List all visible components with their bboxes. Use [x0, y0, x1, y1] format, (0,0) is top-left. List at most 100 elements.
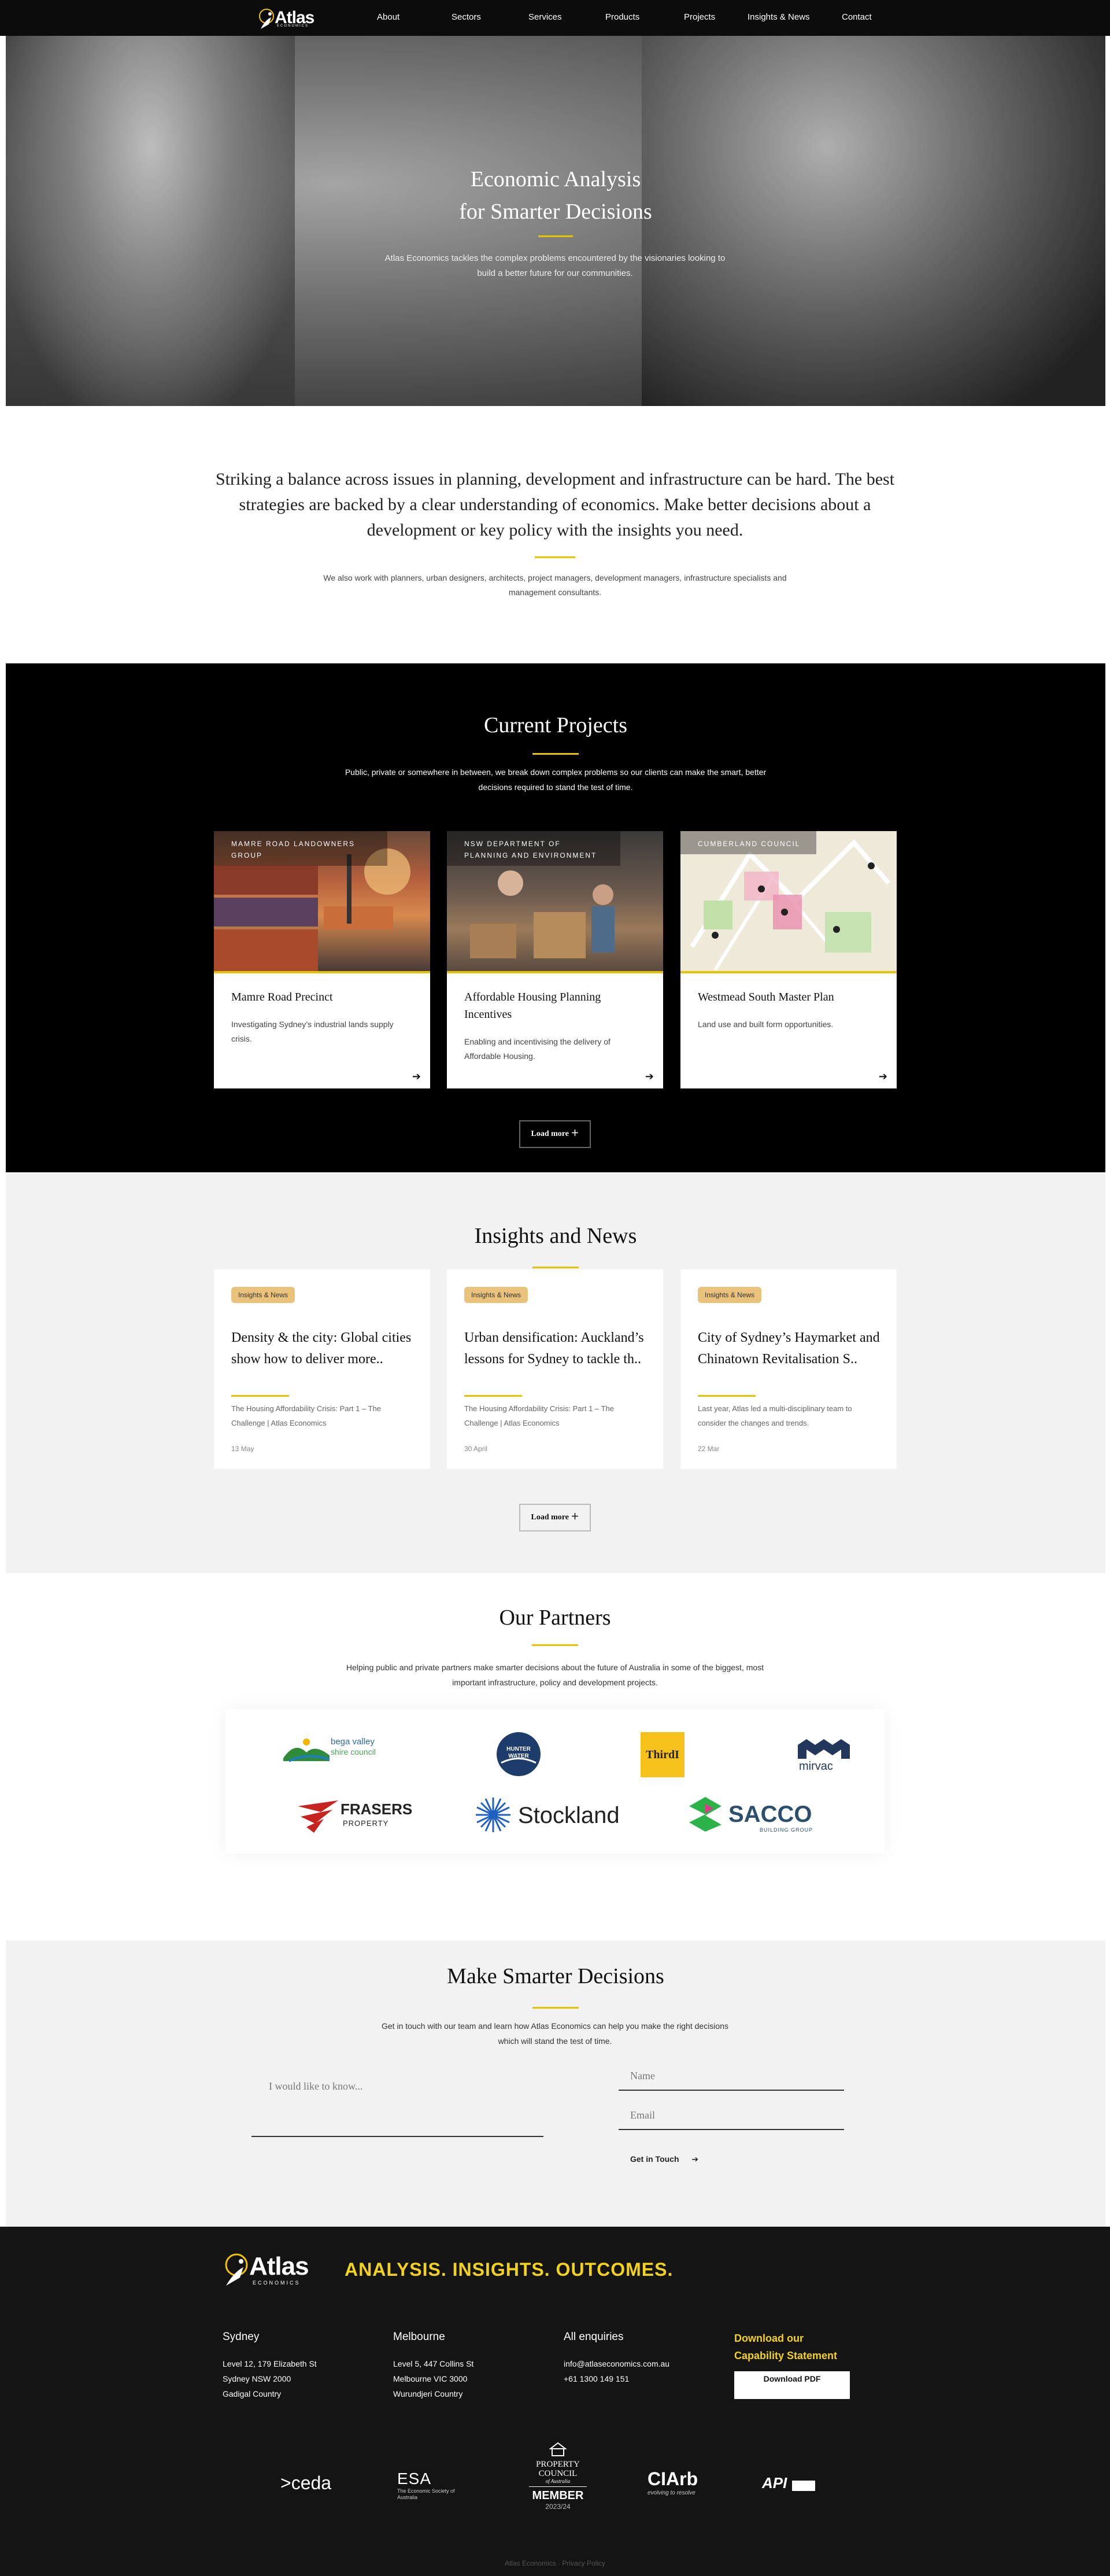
- project-title: Affordable Housing Planning Incentives: [464, 991, 601, 1021]
- bega-logo-text-line1: bega valley: [331, 1737, 375, 1747]
- project-card[interactable]: MAMRE ROAD LANDOWNERS GROUP Mamre Road P…: [214, 831, 430, 1088]
- esa-logo-text: ESA: [397, 2470, 432, 2488]
- arrow-right-icon[interactable]: ➔: [412, 1071, 421, 1083]
- capability-heading-line2: Capability Statement: [734, 2350, 838, 2361]
- frasers-property-logo[interactable]: FRASERS PROPERTY: [298, 1795, 413, 1835]
- pca-text-line3: of Australia: [545, 2478, 571, 2484]
- capability-heading: Download our Capability Statement: [734, 2330, 885, 2364]
- ciarb-logo[interactable]: CIArb evolving to resolve: [648, 2468, 728, 2503]
- intro-headline: Striking a balance across issues in plan…: [215, 470, 895, 540]
- bega-hills-icon: [283, 1739, 330, 1762]
- enquiries-phone-link[interactable]: +61 1300 149 151: [564, 2371, 714, 2386]
- esa-logo-subtext: The Economic Society of Australia: [397, 2488, 455, 2500]
- partners-title: Our Partners: [499, 1606, 611, 1630]
- melbourne-address-line1: Level 5, 447 Collins St: [393, 2359, 474, 2368]
- message-placeholder: I would like to know...: [269, 2080, 363, 2092]
- nav-item-products[interactable]: Products: [605, 12, 639, 22]
- nav-item-sectors[interactable]: Sectors: [452, 12, 481, 22]
- bega-logo-text-line2: shire council: [331, 1747, 376, 1756]
- third-i-logo[interactable]: ThirdI: [641, 1732, 684, 1777]
- sydney-address-line3: Gadigal Country: [223, 2389, 282, 2398]
- nav-item-projects[interactable]: Projects: [684, 12, 715, 22]
- insights-title: Insights and News: [474, 1224, 637, 1248]
- message-textarea[interactable]: I would like to know...: [251, 2068, 543, 2137]
- hunter-logo-text-line1: HUNTER: [506, 1746, 531, 1752]
- nav-item-contact[interactable]: Contact: [842, 12, 872, 22]
- project-card[interactable]: NSW DEPARTMENT OF PLANNING AND ENVIRONME…: [447, 831, 663, 1088]
- project-description: Enabling and incentivising the delivery …: [464, 1037, 610, 1061]
- sydney-heading: Sydney: [223, 2331, 260, 2343]
- nav-item-services[interactable]: Services: [528, 12, 562, 22]
- news-card[interactable]: Insights & News Density & the city: Glob…: [214, 1269, 430, 1469]
- insights-load-more-button[interactable]: Load more ＋: [519, 1504, 591, 1531]
- footer-enquiries: All enquiries info@atlaseconomics.com.au…: [564, 2331, 714, 2386]
- bega-valley-shire-council-logo[interactable]: bega valley shire council: [283, 1732, 399, 1767]
- contact-section: Make Smarter Decisions Get in touch with…: [6, 1940, 1105, 2227]
- load-more-label: Load more: [531, 1513, 569, 1522]
- esa-logo[interactable]: ESA The Economic Society of Australia: [397, 2470, 478, 2504]
- footer-copyright[interactable]: Atlas Economics · Privacy Policy: [0, 2559, 1110, 2567]
- ciarb-logo-subtext: evolving to resolve: [648, 2490, 695, 2496]
- arrow-right-icon[interactable]: ➔: [645, 1071, 654, 1083]
- get-in-touch-button[interactable]: Get in Touch ➔: [630, 2154, 698, 2164]
- pca-text-line1: PROPERTY: [536, 2460, 580, 2469]
- name-field[interactable]: Name: [619, 2062, 844, 2091]
- contact-title: Make Smarter Decisions: [447, 1964, 664, 1988]
- atlas-logo[interactable]: Atlas ECONOMICS: [257, 6, 315, 30]
- download-pdf-button[interactable]: Download PDF: [734, 2371, 850, 2399]
- category-badge: Insights & News: [231, 1287, 295, 1303]
- news-title: Urban densification: Auckland’s lessons …: [464, 1330, 644, 1367]
- hunter-water-logo[interactable]: HUNTER WATER: [495, 1731, 542, 1777]
- property-council-member-badge[interactable]: PROPERTY COUNCIL of Australia MEMBER 202…: [523, 2442, 593, 2529]
- enquiries-email-link[interactable]: info@atlaseconomics.com.au: [564, 2356, 714, 2371]
- current-projects-section: Current Projects Public, private or some…: [6, 663, 1105, 1172]
- logo-figure-icon: [259, 9, 274, 29]
- insights-news-section: Insights and News Insights & News Densit…: [6, 1174, 1105, 1573]
- pca-member-text: MEMBER: [532, 2489, 584, 2502]
- news-title: Density & the city: Global cities show h…: [231, 1330, 412, 1367]
- news-excerpt: Last year, Atlas led a multi-disciplinar…: [698, 1404, 852, 1427]
- project-card[interactable]: CUMBERLAND COUNCIL Westmead South Master…: [680, 831, 897, 1088]
- news-date: 22 Mar: [698, 1445, 720, 1453]
- partners-section: Our Partners Helping public and private …: [0, 1573, 1110, 1940]
- hero-title-line2: for Smarter Decisions: [459, 200, 652, 224]
- sacco-s-icon: [689, 1797, 722, 1832]
- melbourne-heading: Melbourne: [393, 2331, 445, 2343]
- news-card[interactable]: Insights & News City of Sydney’s Haymark…: [680, 1269, 897, 1469]
- stockland-logo[interactable]: Stockland: [474, 1796, 630, 1836]
- projects-title: Current Projects: [483, 713, 627, 737]
- name-placeholder: Name: [630, 2070, 655, 2082]
- category-badge: Insights & News: [698, 1287, 762, 1303]
- footer-melbourne-office: Melbourne Level 5, 447 Collins St Melbou…: [393, 2331, 543, 2401]
- footer-atlas-logo[interactable]: Atlas ECONOMICS: [223, 2250, 315, 2290]
- ceda-logo[interactable]: >ceda: [280, 2472, 331, 2494]
- news-card[interactable]: Insights & News Urban densification: Auc…: [447, 1269, 663, 1469]
- nav-item-about[interactable]: About: [377, 12, 399, 22]
- news-excerpt: The Housing Affordability Crisis: Part 1…: [231, 1404, 381, 1427]
- enquiries-heading: All enquiries: [564, 2331, 624, 2343]
- news-excerpt: The Housing Affordability Crisis: Part 1…: [464, 1404, 614, 1427]
- api-logo[interactable]: API: [762, 2474, 820, 2497]
- plus-icon: ＋: [571, 1130, 579, 1138]
- stockland-logo-text: Stockland: [518, 1803, 620, 1828]
- insights-accent-bar: [532, 1267, 579, 1268]
- project-description: Land use and built form opportunities.: [698, 1020, 834, 1029]
- news-title: City of Sydney’s Haymarket and Chinatown…: [698, 1330, 880, 1367]
- nav-item-insights-news[interactable]: Insights & News: [748, 12, 810, 22]
- load-more-label: Load more: [531, 1130, 569, 1138]
- arrow-right-icon[interactable]: ➔: [879, 1071, 887, 1083]
- mirvac-logo[interactable]: mirvac: [792, 1739, 856, 1774]
- hero-accent-bar: [538, 235, 573, 237]
- projects-load-more-button[interactable]: Load more ＋: [519, 1120, 591, 1148]
- arrow-right-icon: ➔: [691, 2154, 699, 2164]
- email-field[interactable]: Email: [619, 2101, 844, 2130]
- frasers-wing-icon: [298, 1800, 338, 1833]
- footer-capability-statement: Download our Capability Statement Downlo…: [734, 2330, 885, 2399]
- hunter-logo-text-line2: WATER: [508, 1753, 529, 1759]
- projects-accent-bar: [532, 753, 579, 755]
- footer-logo-subtext: ECONOMICS: [253, 2280, 301, 2286]
- sacco-logo[interactable]: SACCO BUILDING GROUP: [688, 1796, 821, 1836]
- capability-heading-line1: Download our: [734, 2333, 804, 2344]
- intro-accent-bar: [535, 556, 575, 558]
- logo-figure-icon: [225, 2253, 248, 2286]
